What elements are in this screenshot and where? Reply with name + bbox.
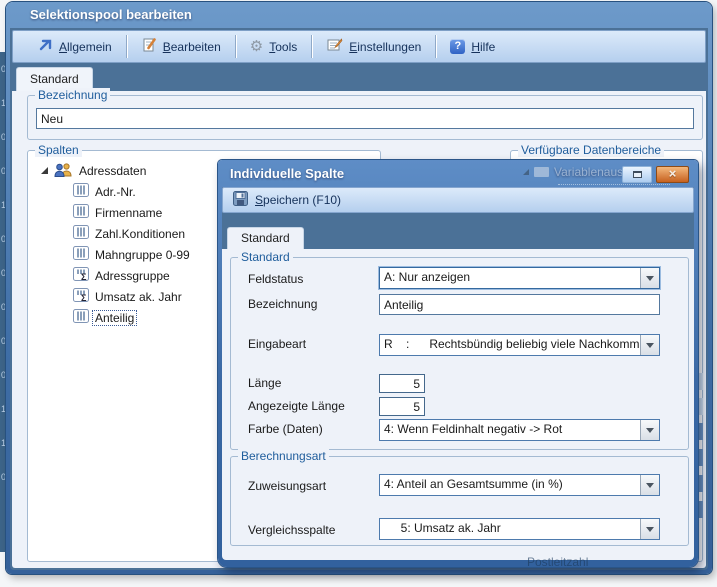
menu-separator [126, 35, 127, 58]
farbe-label: Farbe (Daten) [248, 422, 323, 436]
dialog-titlebar[interactable]: Individuelle Spalte Variablenauswahl × [218, 160, 698, 187]
screen: 0 1 0 0 1 0 0 0 0 0 1 1 0 Selektionspool… [0, 0, 717, 587]
spalten-group-label: Spalten [35, 143, 82, 157]
menu-label: Bearbeiten [163, 40, 221, 54]
dialog-berechnungsart-groupbox: Berechnungsart Zuweisungsart 4: Anteil a… [230, 456, 689, 546]
eingabeart-combobox[interactable]: R : Rechtsbündig beliebig viele Nachkomm… [379, 334, 660, 356]
bezeichnung-field-label: Bezeichnung [248, 297, 317, 311]
bezeichnung-input[interactable]: Neu [36, 108, 694, 129]
dialog-body: Speichern (F10) Standard Standard Feldst… [222, 187, 694, 560]
feldstatus-value: A: Nur anzeigen [380, 268, 640, 288]
dialog-tabpanel: Standard Feldstatus A: Nur anzeigen Beze… [222, 249, 694, 560]
contacts-icon [54, 162, 73, 180]
bezeichnung-group-label: Bezeichnung [35, 88, 110, 102]
menu-separator [235, 35, 236, 58]
gears-icon: ⚙ [250, 39, 263, 54]
vergleichsspalte-label: Vergleichsspalte [248, 523, 335, 537]
dropdown-button[interactable] [640, 475, 659, 495]
menu-label: Allgemein [59, 40, 112, 54]
menu-allgemein[interactable]: Allgemein [25, 31, 124, 62]
tree-item-label: Adressgruppe [95, 269, 170, 283]
column-icon [73, 246, 89, 263]
dialog-window-buttons: × [622, 166, 689, 183]
column-sum-icon: Σ [73, 288, 89, 305]
save-button[interactable]: Speichern (F10) [255, 193, 341, 207]
column-icon [73, 183, 89, 200]
dropdown-button[interactable] [640, 335, 659, 355]
dialog-standard-groupbox: Standard Feldstatus A: Nur anzeigen Beze… [230, 257, 689, 450]
column-sum-icon: Σ [73, 267, 89, 284]
tree-item-label: Firmenname [95, 206, 162, 220]
glass-ghost-focus-rect [558, 184, 670, 185]
angezeigte-laenge-input[interactable]: 5 [379, 397, 425, 416]
chevron-down-icon [646, 343, 654, 348]
chevron-down-icon [646, 483, 654, 488]
chevron-down-icon [646, 276, 654, 281]
menu-label: Einstellungen [349, 40, 421, 54]
laenge-label: Länge [248, 376, 281, 390]
individuelle-spalte-dialog: Individuelle Spalte Variablenauswahl × S… [218, 160, 698, 567]
laenge-input[interactable]: 5 [379, 374, 425, 393]
bezeichnung-field-input[interactable]: Anteilig [379, 294, 660, 315]
restore-icon [633, 171, 642, 178]
standard-group-label: Standard [238, 250, 293, 264]
zuweisungsart-label: Zuweisungsart [248, 479, 326, 493]
zuweisungsart-combobox[interactable]: 4: Anteil an Gesamtsumme (in %) [379, 474, 660, 496]
main-menubar: Allgemein Bearbeiten ⚙ Tools [12, 30, 706, 63]
berechnungsart-group-label: Berechnungsart [238, 449, 329, 463]
dropdown-button[interactable] [640, 519, 659, 539]
eingabeart-label: Eingabeart [248, 337, 306, 351]
main-window-title: Selektionspool bearbeiten [30, 7, 192, 22]
close-button[interactable]: × [656, 166, 689, 183]
zuweisungsart-value: 4: Anteil an Gesamtsumme (in %) [380, 475, 640, 495]
chevron-down-icon [646, 527, 654, 532]
svg-text:Σ: Σ [81, 293, 87, 302]
eingabeart-value: R : Rechtsbündig beliebig viele Nachkomm… [380, 335, 640, 355]
vergleichsspalte-combobox[interactable]: 5: Umsatz ak. Jahr [379, 518, 660, 540]
arrow-up-right-icon [37, 37, 53, 56]
dialog-title: Individuelle Spalte [230, 166, 344, 181]
dropdown-button[interactable] [640, 268, 659, 288]
angezeigte-laenge-label: Angezeigte Länge [248, 399, 345, 413]
help-icon: ? [450, 39, 465, 54]
menu-label: Hilfe [471, 40, 495, 54]
menu-hilfe[interactable]: ? Hilfe [438, 31, 507, 62]
column-icon [73, 204, 89, 221]
tree-item-label: Zahl.Konditionen [95, 227, 185, 241]
feldstatus-label: Feldstatus [248, 272, 303, 286]
tree-node-label: Adressdaten [79, 164, 146, 178]
datenbereiche-group-label: Verfügbare Datenbereiche [518, 143, 664, 157]
save-icon [233, 191, 248, 209]
edit-document-icon [141, 37, 157, 56]
column-icon [73, 309, 89, 326]
menu-separator [435, 35, 436, 58]
main-tabstrip: Standard [12, 65, 706, 91]
expander-icon[interactable] [41, 167, 48, 174]
dropdown-button[interactable] [640, 420, 659, 440]
farbe-value: 4: Wenn Feldinhalt negativ -> Rot [380, 420, 640, 440]
tree-item-label: Anteilig [92, 310, 137, 326]
menu-bearbeiten[interactable]: Bearbeiten [129, 31, 233, 62]
settings-document-icon [326, 37, 343, 56]
column-icon [73, 225, 89, 242]
dialog-toolbar: Speichern (F10) [222, 187, 694, 213]
tree-item-label: Adr.-Nr. [95, 185, 136, 199]
vergleichsspalte-value: 5: Umsatz ak. Jahr [380, 519, 640, 539]
restore-button[interactable] [622, 166, 652, 183]
menu-einstellungen[interactable]: Einstellungen [314, 31, 433, 62]
svg-text:Σ: Σ [81, 272, 87, 281]
tree-item-label: Mahngruppe 0-99 [95, 248, 190, 262]
tree-item-label: Umsatz ak. Jahr [95, 290, 182, 304]
expander-icon [523, 169, 529, 175]
menu-separator [311, 35, 312, 58]
chevron-down-icon [646, 428, 654, 433]
tab-standard-dialog[interactable]: Standard [227, 227, 304, 249]
menu-tools[interactable]: ⚙ Tools [238, 31, 309, 62]
feldstatus-combobox[interactable]: A: Nur anzeigen [379, 267, 660, 289]
bezeichnung-groupbox: Bezeichnung Neu [27, 95, 703, 140]
main-titlebar[interactable]: Selektionspool bearbeiten [6, 2, 712, 27]
farbe-combobox[interactable]: 4: Wenn Feldinhalt negativ -> Rot [379, 419, 660, 441]
folder-icon [534, 167, 549, 177]
menu-label: Tools [269, 40, 297, 54]
